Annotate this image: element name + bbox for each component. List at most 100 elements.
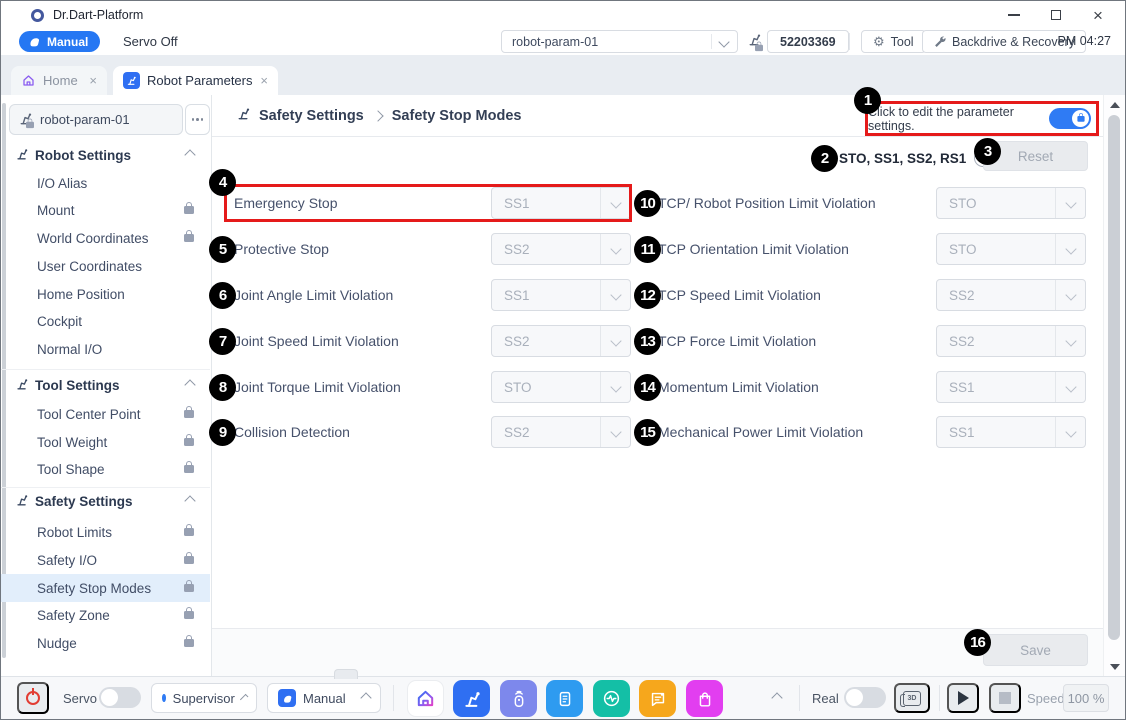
window-controls: × [993, 1, 1119, 29]
power-icon [26, 691, 40, 705]
close-tab-icon[interactable]: × [89, 73, 97, 88]
chevron-down-icon [1065, 243, 1076, 254]
breadcrumb-parent[interactable]: Safety Settings [259, 108, 364, 124]
scroll-up-icon[interactable] [1110, 102, 1120, 108]
status-dot-icon [162, 694, 166, 702]
dock-message-icon[interactable] [639, 680, 676, 717]
scroll-down-icon[interactable] [1110, 664, 1120, 670]
sidebar-section-safety-settings[interactable]: Safety Settings [1, 487, 210, 515]
sidebar-item-tool-center-point[interactable]: Tool Center Point [1, 400, 210, 428]
callout-12: 12 [634, 282, 661, 309]
tcp-position-select[interactable]: STO [936, 187, 1086, 219]
scrollbar-thumb[interactable] [1108, 115, 1120, 640]
dock-home-icon[interactable] [407, 680, 444, 717]
momentum-select[interactable]: SS1 [936, 371, 1086, 403]
close-button[interactable]: × [1077, 1, 1119, 29]
mechanical-power-select[interactable]: SS1 [936, 416, 1086, 448]
top-toolbar: Manual Servo Off robot-param-01 52203369… [1, 29, 1125, 56]
chevron-down-icon [610, 243, 621, 254]
manual-hand-icon [28, 35, 41, 48]
play-button[interactable] [947, 683, 979, 713]
stop-icon [999, 692, 1011, 704]
lock-icon [184, 584, 194, 592]
sidebar-item-io-alias[interactable]: I/O Alias [1, 169, 210, 197]
bottombar-handle[interactable] [334, 669, 358, 679]
tool-button[interactable]: ⚙ Tool [861, 30, 926, 53]
param-file-dropdown[interactable]: robot-param-01 [501, 30, 738, 53]
dock-store-icon[interactable] [686, 680, 723, 717]
operation-mode-value: Manual [303, 691, 346, 706]
dock-remote-control-icon[interactable] [500, 680, 537, 717]
stop-button[interactable] [989, 683, 1021, 713]
role-dropdown[interactable]: Supervisor [151, 683, 257, 713]
chevron-up-icon [184, 495, 195, 506]
sidebar-item-safety-stop-modes[interactable]: Safety Stop Modes [1, 574, 210, 602]
dock-robot-parameters-icon[interactable] [453, 680, 490, 717]
dock-task-writer-icon[interactable] [546, 680, 583, 717]
tab-robot-parameters[interactable]: Robot Parameters × [113, 66, 278, 95]
callout-7: 7 [209, 328, 236, 355]
close-icon: × [1093, 7, 1103, 24]
sidebar-section-robot-settings[interactable]: Robot Settings [1, 141, 210, 169]
speed-label: Speed [1027, 677, 1065, 719]
tab-home[interactable]: Home × [11, 66, 107, 95]
home-icon [21, 73, 36, 88]
callout-5: 5 [209, 236, 236, 263]
manual-mode-label: Manual [47, 35, 88, 49]
sidebar-item-tool-weight[interactable]: Tool Weight [1, 428, 210, 456]
param-row-tcp-position: TCP/ Robot Position Limit Violation STO [658, 187, 1086, 219]
servo-label: Servo [63, 677, 97, 719]
dock-monitoring-icon[interactable] [593, 680, 630, 717]
lock-icon [1077, 116, 1084, 121]
operation-mode-dropdown[interactable]: Manual [267, 683, 381, 713]
tcp-force-select[interactable]: SS2 [936, 325, 1086, 357]
param-file-value: robot-param-01 [502, 35, 598, 49]
tcp-speed-select[interactable]: SS2 [936, 279, 1086, 311]
sidebar-item-safety-io[interactable]: Safety I/O [1, 546, 210, 574]
play-icon [958, 691, 969, 705]
param-row-momentum: Momentum Limit Violation SS1 [658, 371, 1086, 403]
sidebar-item-robot-limits[interactable]: Robot Limits [1, 518, 210, 546]
sidebar-section-tool-settings[interactable]: Tool Settings [1, 371, 210, 399]
sidebar-item-nudge[interactable]: Nudge [1, 629, 210, 657]
chevron-up-icon [240, 694, 249, 703]
sidebar-item-home-position[interactable]: Home Position [1, 280, 210, 308]
param-row-tcp-orientation: TCP Orientation Limit Violation STO [658, 233, 1086, 265]
viewer-3d-button[interactable]: 3D [894, 683, 930, 713]
collision-detection-select[interactable]: SS2 [491, 416, 631, 448]
param-more-button[interactable] [185, 104, 210, 135]
edit-toggle[interactable] [1049, 108, 1091, 129]
sidebar-item-safety-zone[interactable]: Safety Zone [1, 601, 210, 629]
callout-9: 9 [209, 419, 236, 446]
power-button[interactable] [17, 682, 49, 714]
save-button[interactable]: Save [983, 634, 1088, 666]
robot-icon [236, 106, 251, 126]
chevron-down-icon [1065, 426, 1076, 437]
sidebar-item-world-coordinates[interactable]: World Coordinates [1, 224, 210, 252]
tcp-orientation-select[interactable]: STO [936, 233, 1086, 265]
sidebar-item-mount[interactable]: Mount [1, 196, 210, 224]
dock-collapse-icon[interactable] [771, 692, 782, 703]
servo-toggle[interactable] [99, 687, 141, 708]
vertical-scrollbar[interactable] [1103, 95, 1126, 677]
stop-modes-legend-text: STO, SS1, SS2, RS1 [839, 151, 966, 166]
joint-torque-select[interactable]: STO [491, 371, 631, 403]
sidebar-item-tool-shape[interactable]: Tool Shape [1, 455, 210, 483]
joint-speed-select[interactable]: SS2 [491, 325, 631, 357]
sidebar-item-normal-io[interactable]: Normal I/O [1, 335, 210, 363]
emergency-stop-select[interactable]: SS1 [491, 187, 631, 219]
protective-stop-select[interactable]: SS2 [491, 233, 631, 265]
speed-value[interactable]: 100 % [1063, 684, 1109, 712]
sidebar-item-user-coordinates[interactable]: User Coordinates [1, 252, 210, 280]
maximize-button[interactable] [1035, 1, 1077, 29]
joint-angle-select[interactable]: SS1 [491, 279, 631, 311]
manual-mode-button[interactable]: Manual [19, 31, 100, 52]
app-window: Dr.Dart-Platform × Manual Servo Off robo… [0, 0, 1126, 720]
sidebar-item-cockpit[interactable]: Cockpit [1, 307, 210, 335]
breadcrumb-current: Safety Stop Modes [392, 108, 522, 124]
minimize-button[interactable] [993, 1, 1035, 29]
close-tab-icon[interactable]: × [260, 73, 268, 88]
robot-icon [15, 147, 29, 164]
viewer-3d-icon: 3D [903, 691, 921, 706]
real-toggle[interactable] [844, 687, 886, 708]
